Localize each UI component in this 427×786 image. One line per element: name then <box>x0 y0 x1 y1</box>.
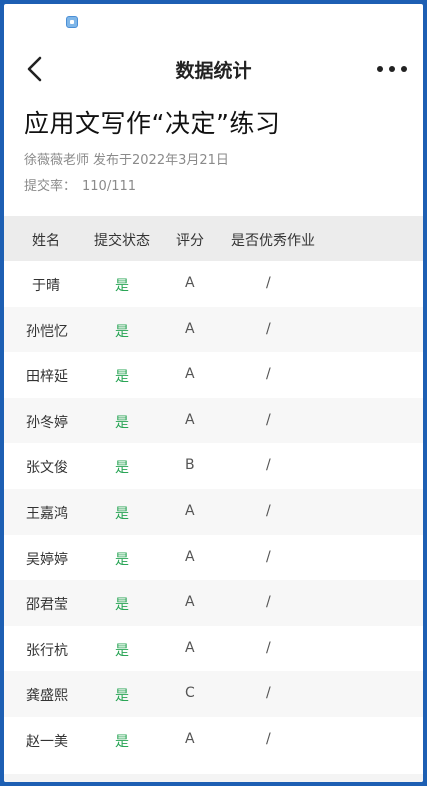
assignment-title: 应用文写作“决定”练习 <box>24 109 281 138</box>
submit-status: 是 <box>115 278 129 294</box>
table-row[interactable]: 孙冬婷 是 A / <box>4 397 423 444</box>
app-screen: 数据统计 应用文写作“决定”练习 徐薇薇老师 发布于2022年3月21日 提交率：… <box>4 4 423 782</box>
app-notification-icon <box>66 16 78 28</box>
grade: A <box>185 366 195 383</box>
student-name: 赵一美 <box>26 733 68 750</box>
column-header-grade: 评分 <box>176 233 204 249</box>
student-name: 张文俊 <box>26 460 68 477</box>
excellent-flag: / <box>266 275 271 291</box>
grade: A <box>185 320 195 337</box>
submit-rate-value: 110/111 <box>82 179 137 194</box>
submit-status: 是 <box>115 597 129 614</box>
excellent-flag: / <box>266 502 271 519</box>
student-name: 王嘉鸿 <box>26 505 68 522</box>
table-row[interactable]: 龚盛熙 是 C / <box>4 671 423 717</box>
table-row[interactable]: 张行杭 是 A / <box>4 626 423 672</box>
grade: A <box>185 639 195 656</box>
table-row[interactable]: 邵君莹 是 A / <box>4 580 423 626</box>
submit-rate-label: 提交率： <box>24 179 77 194</box>
more-dots-icon <box>377 66 407 72</box>
teacher-name: 徐薇薇老师 <box>24 153 90 168</box>
student-name: 孙恺忆 <box>26 323 68 340</box>
bottom-divider <box>4 774 423 782</box>
column-header-excellent: 是否优秀作业 <box>231 233 315 249</box>
excellent-flag: / <box>266 639 271 656</box>
student-name: 张行杭 <box>26 642 68 659</box>
submit-status: 是 <box>115 505 129 522</box>
table-row[interactable]: 孙恺忆 是 A / <box>4 306 423 353</box>
excellent-flag: / <box>266 366 271 383</box>
excellent-flag: / <box>266 685 271 702</box>
grade: A <box>185 502 195 519</box>
student-name: 于晴 <box>32 278 60 294</box>
column-header-name: 姓名 <box>32 233 60 249</box>
table-row[interactable]: 于晴 是 A / <box>4 261 423 307</box>
table-row[interactable]: 张文俊 是 B / <box>4 443 423 489</box>
grade: A <box>185 730 195 747</box>
submit-status: 是 <box>115 414 129 431</box>
submit-status: 是 <box>115 369 129 386</box>
student-name: 邵君莹 <box>26 597 68 614</box>
grade: B <box>185 457 195 474</box>
submit-status: 是 <box>115 642 129 659</box>
student-name: 龚盛熙 <box>26 688 68 705</box>
table-header: 姓名 提交状态 评分 是否优秀作业 <box>4 216 423 261</box>
submit-status: 是 <box>115 688 129 705</box>
submit-rate: 提交率： 110/111 <box>24 175 136 194</box>
excellent-flag: / <box>266 457 271 474</box>
excellent-flag: / <box>266 594 271 611</box>
status-bar <box>4 4 423 38</box>
student-name: 田梓延 <box>26 369 68 386</box>
grade: C <box>185 685 195 702</box>
submit-status: 是 <box>115 460 129 477</box>
excellent-flag: / <box>266 730 271 747</box>
publish-date: 发布于2022年3月21日 <box>93 153 229 168</box>
table-row[interactable]: 田梓延 是 A / <box>4 352 423 398</box>
excellent-flag: / <box>266 411 271 428</box>
submit-status: 是 <box>115 733 129 750</box>
submit-status: 是 <box>115 323 129 340</box>
excellent-flag: / <box>266 548 271 565</box>
excellent-flag: / <box>266 320 271 337</box>
publish-info: 徐薇薇老师 发布于2022年3月21日 <box>24 149 233 168</box>
page-title: 数据统计 <box>175 60 252 82</box>
grade: A <box>185 548 195 565</box>
table-row[interactable]: 吴婷婷 是 A / <box>4 535 423 581</box>
table-row[interactable]: 赵一美 是 A / <box>4 717 423 763</box>
student-name: 孙冬婷 <box>26 414 68 431</box>
student-name: 吴婷婷 <box>26 551 68 568</box>
more-button[interactable] <box>375 54 409 84</box>
submit-status: 是 <box>115 551 129 568</box>
grade: A <box>185 411 195 428</box>
column-header-status: 提交状态 <box>94 233 150 249</box>
table-row[interactable]: 王嘉鸿 是 A / <box>4 488 423 535</box>
grade: A <box>185 275 195 291</box>
submission-table: 姓名 提交状态 评分 是否优秀作业 于晴 是 A / 孙恺忆 是 A / 田梓延… <box>4 216 423 763</box>
nav-bar: 数据统计 <box>4 44 423 92</box>
grade: A <box>185 594 195 611</box>
